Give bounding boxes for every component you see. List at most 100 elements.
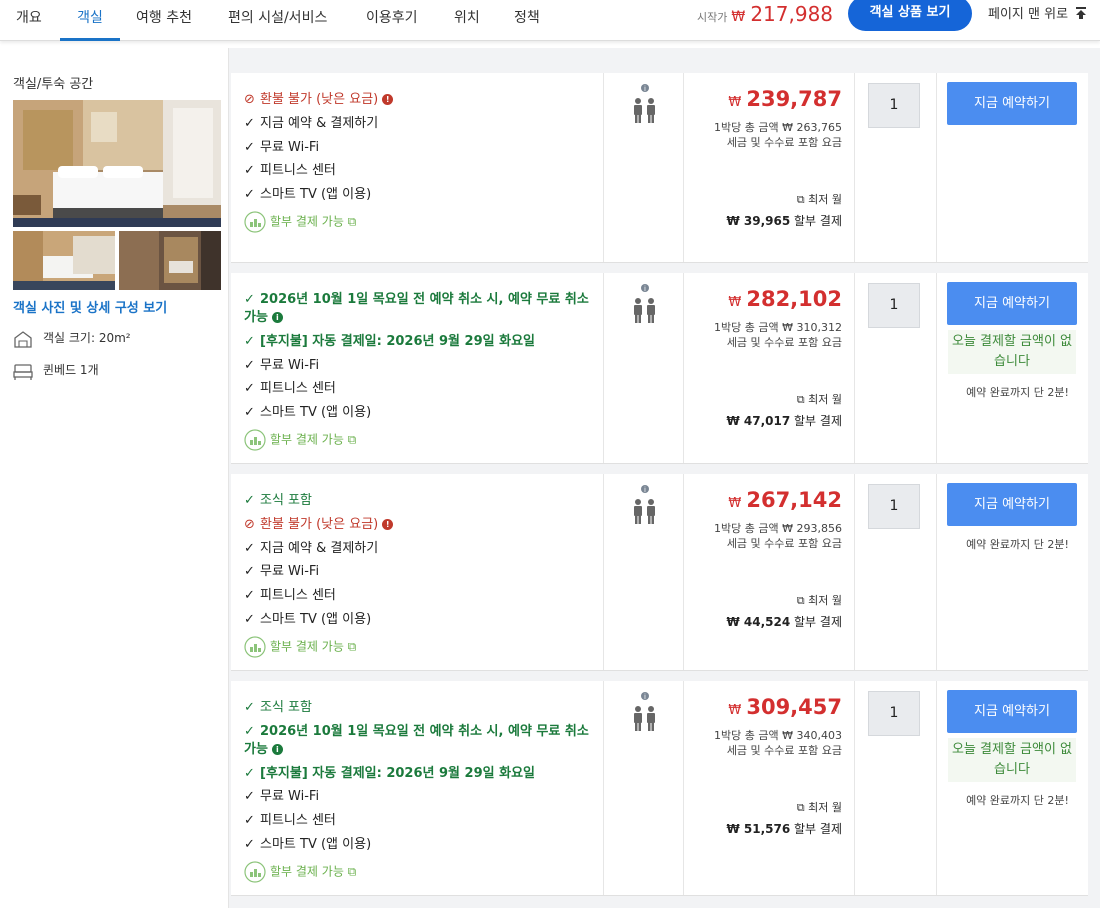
tab-overview[interactable]: 개요 (16, 0, 42, 41)
bed-icon (13, 363, 33, 380)
currency-symbol: ₩ (728, 703, 742, 718)
starting-price-value: 217,988 (750, 2, 834, 26)
tax-note: 세금 및 수수료 포함 요금 (726, 136, 842, 149)
view-room-deals-button[interactable]: 객실 상품 보기 (848, 0, 972, 31)
feature-text: 할부 결제 가능 (270, 214, 344, 229)
book-now-button[interactable]: 지금 예약하기 (947, 483, 1077, 526)
check-icon: ✓ (244, 334, 255, 349)
svg-text:i: i (644, 693, 646, 701)
guests-icon[interactable]: i (630, 83, 660, 127)
installment-feature[interactable]: 할부 결제 가능 ⧉ (244, 211, 596, 233)
tab-policies[interactable]: 정책 (514, 0, 540, 41)
lowest-monthly[interactable]: ⧉ 최저 월 (797, 592, 842, 608)
room-quantity-select[interactable]: 1 (868, 83, 920, 128)
room-size-text: 객실 크기: 20m² (43, 331, 131, 345)
installment-feature[interactable]: 할부 결제 가능 ⧉ (244, 429, 596, 451)
guest-capacity: i (604, 474, 684, 670)
check-icon: ✓ (244, 700, 255, 715)
room-thumb-2[interactable] (119, 231, 221, 290)
price: ₩ 282,102 (728, 287, 842, 311)
pay-later-feature: ✓ [후지불] 자동 결제일: 2026년 9월 29일 화요일 (244, 765, 596, 783)
lowest-monthly[interactable]: ⧉ 최저 월 (797, 799, 842, 815)
check-icon: ✓ (244, 541, 255, 556)
feature-text: 스마트 TV (앱 이용) (260, 405, 372, 420)
feature-item: ✓ 피트니스 센터 (244, 380, 596, 398)
tab-reviews[interactable]: 이용후기 (366, 0, 418, 41)
rooms-section: 객실/투숙 공간 객실 사진 및 상세 구성 보기 객실 크기: 20m² 퀸베… (0, 48, 1100, 908)
info-icon[interactable]: ! (382, 519, 394, 530)
feature-text: 무료 Wi-Fi (260, 789, 320, 804)
room-photos-link[interactable]: 객실 사진 및 상세 구성 보기 (13, 297, 167, 316)
info-icon[interactable]: i (271, 744, 283, 755)
external-link-icon: ⧉ (796, 801, 809, 814)
tab-location[interactable]: 위치 (454, 0, 480, 41)
svg-text:i: i (644, 285, 646, 293)
guests-icon[interactable]: i (630, 283, 660, 327)
price-value: 267,142 (746, 488, 842, 512)
per-night-total: 1박당 총 금액 ₩ 310,312 (714, 321, 842, 334)
svg-text:i: i (644, 85, 646, 93)
installment-icon (244, 211, 266, 233)
lowest-monthly-label: 최저 월 (808, 801, 842, 814)
installment-amount: ₩ 44,524 (726, 615, 791, 629)
offer-features: ✓ 조식 포함 ✓ 2026년 10월 1일 목요일 전 예약 취소 시, 예약 무… (231, 681, 604, 895)
price: ₩ 267,142 (728, 488, 842, 512)
tab-amenities[interactable]: 편의 시설/서비스 (228, 0, 327, 41)
book-now-button[interactable]: 지금 예약하기 (947, 690, 1077, 733)
tab-travel-recommendations[interactable]: 여행 추천 (136, 0, 192, 41)
tax-note: 세금 및 수수료 포함 요금 (726, 336, 842, 349)
price-column: ₩ 282,102 1박당 총 금액 ₩ 310,312 세금 및 수수료 포함… (684, 273, 855, 463)
booking-time-note: 예약 완료까지 단 2분! (966, 386, 1069, 399)
feature-text: 조식 포함 (260, 493, 312, 508)
back-to-top-link[interactable]: 페이지 맨 위로 (988, 3, 1087, 22)
check-icon: ✓ (244, 381, 255, 396)
installment-price: ₩ 51,576 할부 결제 (726, 820, 842, 837)
installment-feature[interactable]: 할부 결제 가능 ⧉ (244, 636, 596, 658)
price: ₩ 239,787 (728, 87, 842, 111)
installment-feature[interactable]: 할부 결제 가능 ⧉ (244, 861, 596, 883)
book-now-button[interactable]: 지금 예약하기 (947, 82, 1077, 125)
breakfast-feature: ✓ 조식 포함 (244, 492, 596, 510)
room-quantity-select[interactable]: 1 (868, 691, 920, 736)
info-icon[interactable]: ! (382, 94, 394, 105)
check-icon: ✓ (244, 813, 255, 828)
feature-text: 피트니스 센터 (260, 813, 336, 828)
feature-item: ✓ 스마트 TV (앱 이용) (244, 404, 596, 422)
check-icon: ✓ (244, 187, 255, 202)
guests-icon[interactable]: i (630, 691, 660, 735)
tab-rooms[interactable]: 객실 (60, 0, 120, 41)
room-offer-3: ✓ 조식 포함 ⊘ 환불 불가 (낮은 요금)! ✓ 지금 예약 & 결제하기 ✓ 무료… (231, 474, 1088, 671)
offer-features: ⊘ 환불 불가 (낮은 요금)! ✓ 지금 예약 & 결제하기 ✓ 무료 Wi-Fi … (231, 73, 604, 262)
feature-item: ✓ 지금 예약 & 결제하기 (244, 115, 596, 133)
guests-icon[interactable]: i (630, 484, 660, 528)
quantity-column: 1 (855, 73, 937, 262)
room-quantity-select[interactable]: 1 (868, 283, 920, 328)
installment-label: 할부 결제 (794, 214, 842, 228)
check-icon: ✓ (244, 140, 255, 155)
check-icon: ✓ (244, 564, 255, 579)
feature-text: 무료 Wi-Fi (260, 564, 320, 579)
info-icon[interactable]: i (271, 312, 283, 323)
feature-item: ✓ 피트니스 센터 (244, 587, 596, 605)
room-quantity-select[interactable]: 1 (868, 484, 920, 529)
guest-capacity: i (604, 273, 684, 463)
price-value: 309,457 (746, 695, 842, 719)
feature-item: ✓ 피트니스 센터 (244, 162, 596, 180)
installment-amount: ₩ 47,017 (726, 414, 791, 428)
room-main-photo[interactable] (13, 100, 221, 227)
breakfast-feature: ✓ 조식 포함 (244, 699, 596, 717)
check-icon: ✓ (244, 405, 255, 420)
installment-icon (244, 636, 266, 658)
installment-price: ₩ 44,524 할부 결제 (726, 613, 842, 630)
lowest-monthly[interactable]: ⧉ 최저 월 (797, 391, 842, 407)
quantity-column: 1 (855, 273, 937, 463)
installment-price: ₩ 47,017 할부 결제 (726, 412, 842, 429)
lowest-monthly[interactable]: ⧉ 최저 월 (797, 191, 842, 207)
book-now-button[interactable]: 지금 예약하기 (947, 282, 1077, 325)
installment-price: ₩ 39,965 할부 결제 (726, 212, 842, 229)
non-refundable-feature: ⊘ 환불 불가 (낮은 요금)! (244, 91, 596, 109)
room-thumb-1[interactable] (13, 231, 115, 290)
feature-item: ✓ 스마트 TV (앱 이용) (244, 611, 596, 629)
per-night-total: 1박당 총 금액 ₩ 340,403 (714, 729, 842, 742)
currency-symbol: ₩ (728, 295, 742, 310)
